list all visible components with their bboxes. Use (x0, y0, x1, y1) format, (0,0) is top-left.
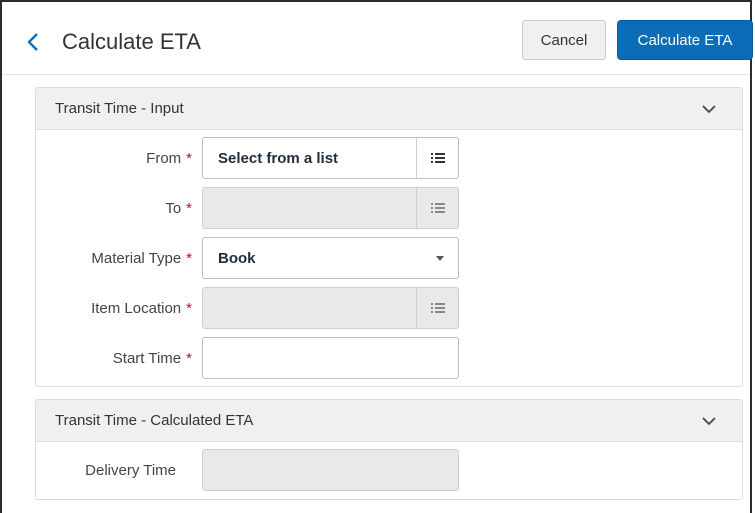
required-marker: * (186, 300, 192, 317)
required-marker: * (186, 150, 192, 167)
start-time-input[interactable] (202, 337, 459, 379)
from-field[interactable]: Select from a list (202, 137, 459, 179)
delivery-time-row: Delivery Time (36, 449, 742, 491)
caret-down-icon (436, 256, 444, 261)
to-row: To * (36, 187, 742, 229)
material-type-label: Material Type * (91, 250, 192, 267)
section-title: Transit Time - Calculated ETA (55, 412, 254, 429)
from-row: From * Select from a list (36, 137, 742, 179)
from-label: From * (146, 150, 192, 167)
chevron-left-icon[interactable] (26, 32, 40, 52)
list-icon (430, 203, 445, 213)
page-title: Calculate ETA (62, 29, 201, 54)
from-value: Select from a list (218, 150, 339, 167)
material-type-value: Book (218, 250, 256, 267)
required-marker: * (186, 250, 192, 267)
calculate-eta-button[interactable]: Calculate ETA (617, 20, 753, 60)
material-type-row: Material Type * Book (36, 237, 742, 279)
panel-header: Calculate ETA Cancel Calculate ETA (2, 2, 753, 75)
from-list-button[interactable] (416, 138, 458, 178)
to-list-button (416, 188, 458, 228)
section-header[interactable]: Transit Time - Input (36, 88, 742, 130)
required-marker: * (186, 350, 192, 367)
delivery-time-field (202, 449, 459, 491)
list-icon (430, 303, 445, 313)
material-type-select[interactable]: Book (202, 237, 459, 279)
list-icon (430, 153, 445, 163)
start-time-row: Start Time * (36, 337, 742, 379)
transit-time-calculated-eta-section: Transit Time - Calculated ETA Delivery T… (35, 399, 743, 500)
cancel-button[interactable]: Cancel (522, 20, 606, 60)
chevron-down-icon[interactable] (702, 104, 716, 114)
dropdown-toggle[interactable] (418, 238, 458, 278)
calculate-eta-panel: Calculate ETA Cancel Calculate ETA Trans… (0, 0, 753, 513)
delivery-time-label: Delivery Time (85, 462, 176, 479)
required-marker: * (186, 200, 192, 217)
start-time-label: Start Time * (112, 350, 192, 367)
to-label: To * (165, 200, 192, 217)
chevron-down-icon[interactable] (702, 416, 716, 426)
transit-time-input-section: Transit Time - Input From * Select from a… (35, 87, 743, 387)
item-location-field (202, 287, 459, 329)
section-title: Transit Time - Input (55, 100, 184, 117)
item-location-label: Item Location * (91, 300, 192, 317)
item-location-row: Item Location * (36, 287, 742, 329)
item-location-list-button (416, 288, 458, 328)
to-field (202, 187, 459, 229)
section-header[interactable]: Transit Time - Calculated ETA (36, 400, 742, 442)
